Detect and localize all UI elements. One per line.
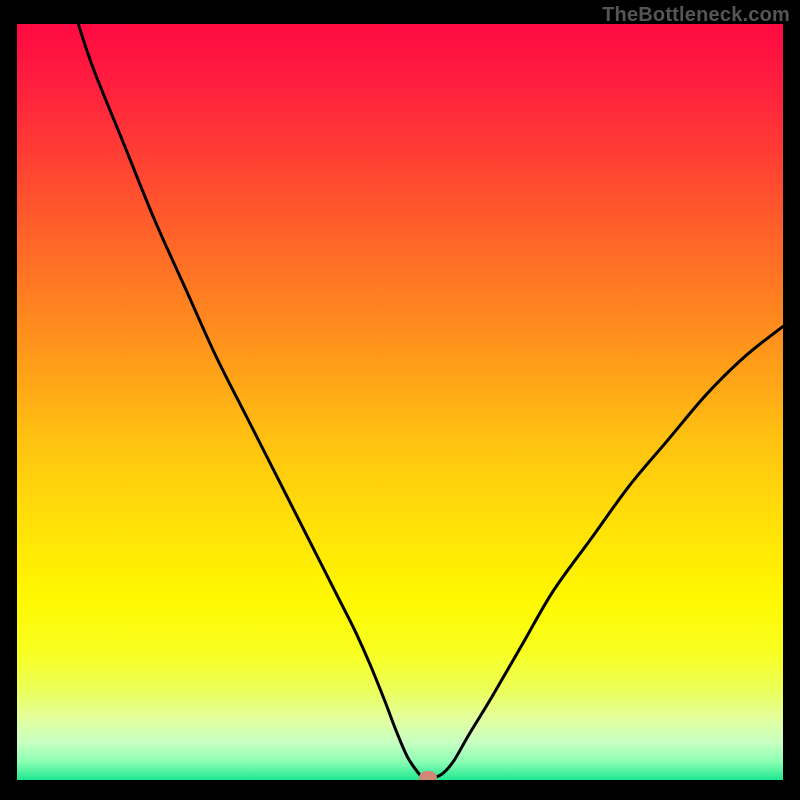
chart-frame: TheBottleneck.com [0,0,800,800]
gradient-background [17,24,783,780]
watermark-text: TheBottleneck.com [602,4,790,27]
plot-svg [17,24,783,780]
plot-area [17,24,783,780]
optimal-marker [419,771,437,780]
